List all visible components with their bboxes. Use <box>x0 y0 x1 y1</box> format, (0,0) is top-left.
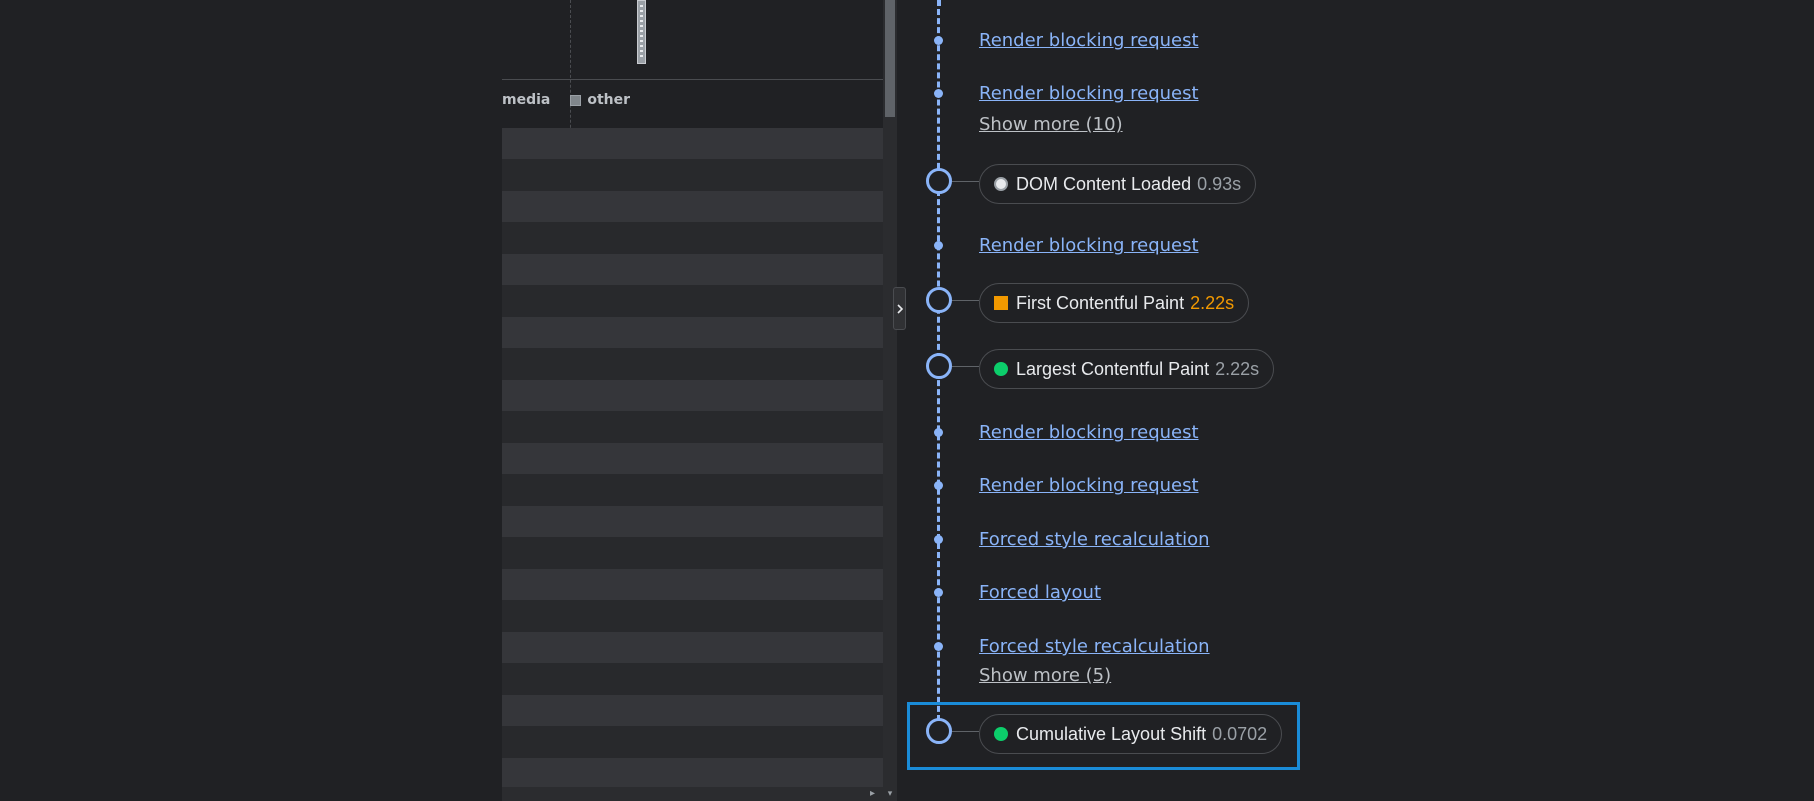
metric-value: 2.22s <box>1215 358 1260 379</box>
vertical-scroll-thumb[interactable] <box>885 0 895 117</box>
timeline-dot-icon <box>934 36 943 45</box>
milestone-connector <box>952 300 979 301</box>
overview-divider <box>502 79 883 80</box>
legend-label-other: other <box>587 92 631 108</box>
timeline-dot-icon <box>934 241 943 250</box>
insight-link-render-blocking[interactable]: Render blocking request <box>979 83 1199 104</box>
show-more-button[interactable]: Show more (10) <box>979 114 1123 135</box>
insight-link-forced-style-recalc[interactable]: Forced style recalculation <box>979 636 1210 657</box>
legend-item-other: other <box>570 92 630 108</box>
white-circle-icon <box>994 177 1008 191</box>
green-circle-icon <box>994 727 1008 741</box>
metric-pill-fcp[interactable]: First Contentful Paint 2.22s <box>979 283 1250 323</box>
metric-label: Largest Contentful Paint <box>1016 358 1210 379</box>
milestone-ring-icon <box>926 168 952 194</box>
metric-pill-lcp[interactable]: Largest Contentful Paint 2.22s <box>979 349 1275 389</box>
vertical-scrollbar[interactable]: ▾ <box>883 0 897 801</box>
timeline-dot-icon <box>934 481 943 490</box>
timeline-dot-icon <box>934 588 943 597</box>
legend-swatch-other <box>570 94 582 106</box>
insight-link-render-blocking[interactable]: Render blocking request <box>979 475 1199 496</box>
milestone-connector <box>952 366 979 367</box>
timeline-dot-icon <box>934 428 943 437</box>
metric-label: DOM Content Loaded <box>1016 173 1192 194</box>
milestone-ring-icon <box>926 718 952 744</box>
insight-link-render-blocking[interactable]: Render blocking request <box>979 235 1199 256</box>
metric-label: First Contentful Paint <box>1016 292 1185 313</box>
insights-timeline: Render blocking request Render blocking … <box>897 0 1814 801</box>
green-circle-icon <box>994 362 1008 376</box>
waterfall-rows <box>502 128 883 801</box>
insight-link-render-blocking[interactable]: Render blocking request <box>979 422 1199 443</box>
metric-value: 0.93s <box>1197 173 1242 194</box>
resource-type-legend: media other <box>502 90 650 110</box>
milestone-ring-icon <box>926 353 952 379</box>
metric-value: 2.22s <box>1190 292 1235 313</box>
timeline-dot-icon <box>934 642 943 651</box>
metric-value: 0.0702 <box>1212 723 1268 744</box>
network-waterfall-panel: media other ▸ <box>502 0 883 801</box>
metric-pill-cls[interactable]: Cumulative Layout Shift 0.0702 <box>979 714 1283 754</box>
metric-label: Cumulative Layout Shift <box>1016 723 1207 744</box>
legend-label-media: media <box>502 92 551 108</box>
insight-link-render-blocking[interactable]: Render blocking request <box>979 30 1199 51</box>
legend-item-media: media <box>502 92 550 108</box>
orange-square-icon <box>994 296 1008 310</box>
scroll-right-icon[interactable]: ▸ <box>870 787 875 801</box>
milestone-ring-icon <box>926 287 952 313</box>
insight-link-forced-style-recalc[interactable]: Forced style recalculation <box>979 529 1210 550</box>
timeline-track-cap <box>938 0 941 6</box>
milestone-connector <box>952 181 979 182</box>
timeline-dot-icon <box>934 89 943 98</box>
milestone-connector <box>952 731 979 732</box>
overview-range-handle[interactable] <box>637 0 646 64</box>
timeline-dot-icon <box>934 535 943 544</box>
insight-link-forced-layout[interactable]: Forced layout <box>979 582 1101 603</box>
metric-pill-dcl[interactable]: DOM Content Loaded 0.93s <box>979 164 1257 204</box>
scroll-down-icon[interactable]: ▾ <box>885 789 895 799</box>
show-more-button[interactable]: Show more (5) <box>979 665 1111 686</box>
horizontal-scrollbar[interactable]: ▸ <box>502 787 883 801</box>
